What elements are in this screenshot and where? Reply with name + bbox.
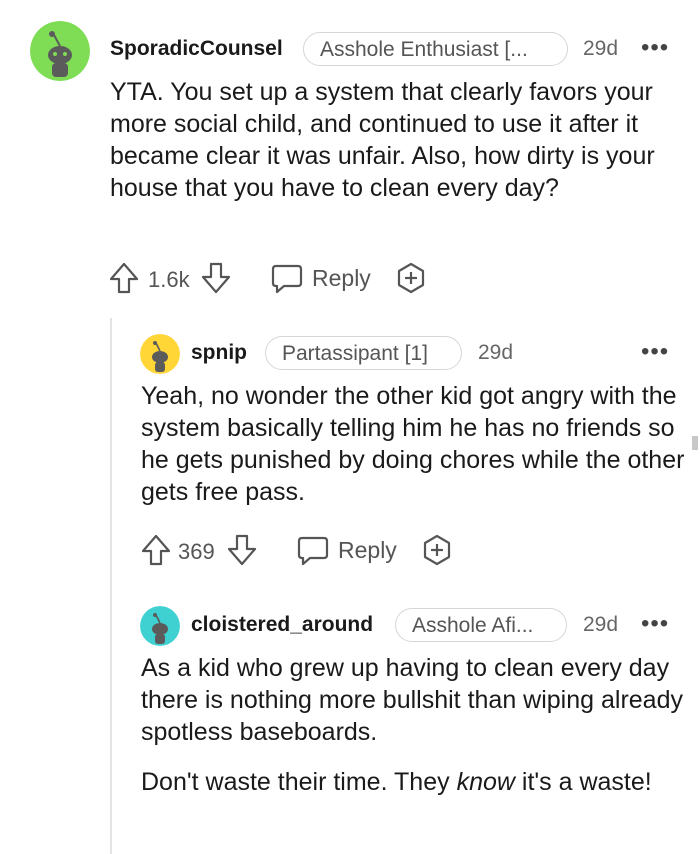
- scrollbar-thumb[interactable]: [692, 436, 698, 450]
- timestamp: 29d: [478, 341, 514, 364]
- username[interactable]: cloistered_around: [191, 613, 373, 637]
- downvote-button[interactable]: [200, 261, 232, 295]
- comment-actions: 369 Reply: [140, 531, 460, 571]
- reply-label: Reply: [338, 536, 397, 563]
- award-plus-icon: [423, 534, 451, 566]
- snoo-avatar-icon: [30, 21, 90, 81]
- avatar[interactable]: [30, 21, 90, 81]
- avatar[interactable]: [140, 606, 180, 646]
- upvote-button[interactable]: [108, 261, 140, 295]
- upvote-button[interactable]: [140, 533, 172, 567]
- award-button[interactable]: [420, 533, 454, 567]
- snoo-avatar-icon: [140, 334, 180, 374]
- reply-button[interactable]: Reply: [270, 261, 371, 295]
- more-options-icon[interactable]: •••: [641, 340, 669, 364]
- user-flair: Asshole Afi...: [395, 608, 567, 642]
- comment-paragraph: Yeah, no wonder the other kid got angry …: [141, 382, 685, 506]
- downvote-arrow-icon: [201, 262, 231, 294]
- award-plus-icon: [397, 262, 425, 294]
- vote-count: 1.6k: [148, 267, 190, 292]
- comment-paragraph: Don't waste their time. They know it's a…: [141, 766, 686, 798]
- thread-line-level-1: [110, 318, 112, 854]
- username[interactable]: spnip: [191, 341, 247, 365]
- comment-actions: 1.6k Reply: [108, 259, 448, 299]
- comment-paragraph: YTA. You set up a system that clearly fa…: [110, 78, 655, 202]
- username[interactable]: SporadicCounsel: [110, 37, 283, 61]
- timestamp: 29d: [583, 37, 619, 60]
- vote-count: 369: [178, 539, 215, 564]
- avatar[interactable]: [140, 334, 180, 374]
- downvote-arrow-icon: [227, 534, 257, 566]
- reply-bubble-icon: [297, 536, 329, 566]
- reply-bubble-icon: [271, 264, 303, 294]
- snoo-avatar-icon: [140, 606, 180, 646]
- emphasized-text: know: [456, 768, 515, 796]
- comment-body: Yeah, no wonder the other kid got angry …: [141, 380, 686, 508]
- upvote-arrow-icon: [109, 262, 139, 294]
- timestamp: 29d: [583, 613, 619, 636]
- text-run: Don't waste their time. They: [141, 768, 457, 796]
- reply-button[interactable]: Reply: [296, 533, 397, 567]
- more-options-icon[interactable]: •••: [641, 36, 669, 60]
- more-options-icon[interactable]: •••: [641, 612, 669, 636]
- reply-label: Reply: [312, 264, 371, 291]
- comment-paragraph: As a kid who grew up having to clean eve…: [141, 654, 683, 746]
- user-flair: Asshole Enthusiast [...: [303, 32, 568, 66]
- upvote-arrow-icon: [141, 534, 171, 566]
- comment-body: YTA. You set up a system that clearly fa…: [110, 76, 680, 204]
- comment-body: As a kid who grew up having to clean eve…: [141, 652, 686, 798]
- user-flair: Partassipant [1]: [265, 336, 462, 370]
- text-run: it's a waste!: [514, 768, 652, 796]
- downvote-button[interactable]: [226, 533, 258, 567]
- award-button[interactable]: [394, 261, 428, 295]
